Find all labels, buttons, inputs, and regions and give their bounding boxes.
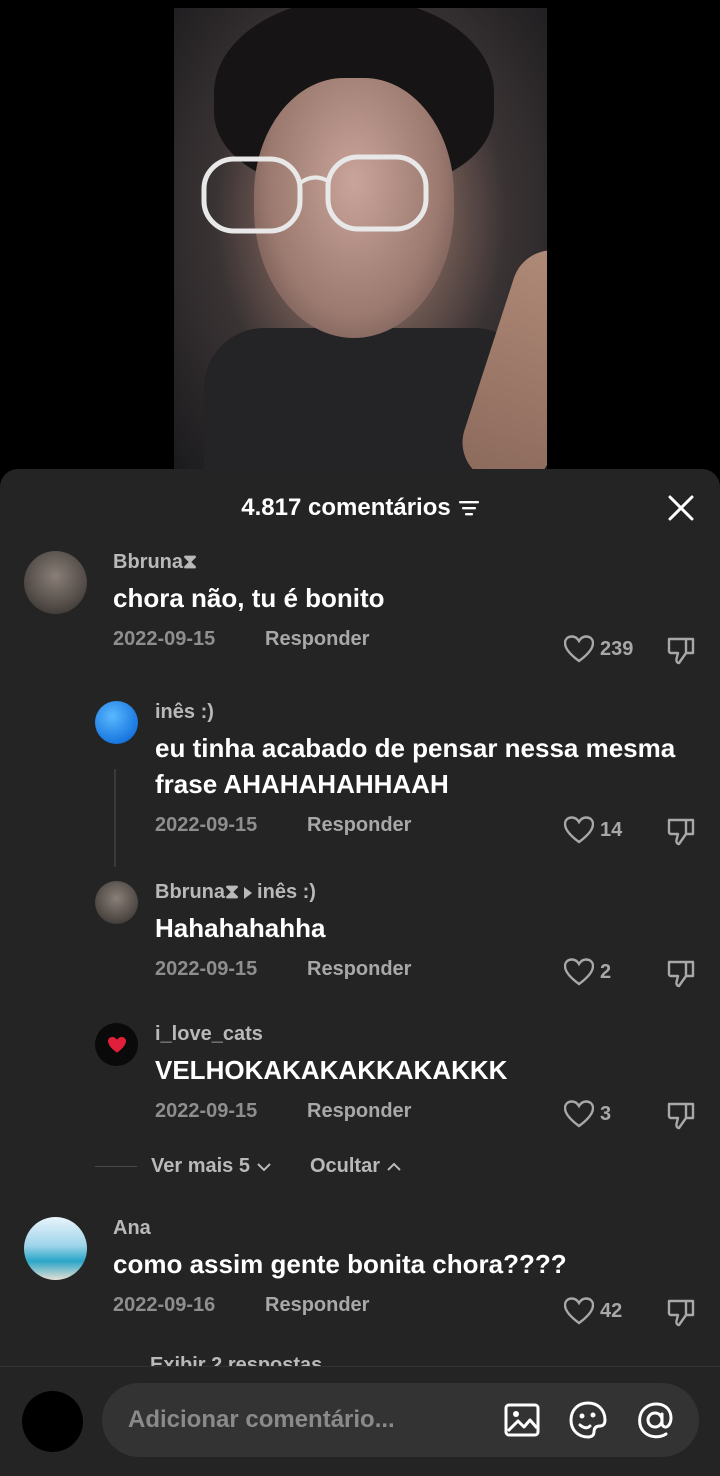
like-count: 2 (600, 960, 612, 983)
reply-button[interactable]: Responder (265, 628, 369, 651)
divider (95, 1166, 137, 1167)
see-more-replies-button[interactable]: Ver mais 5 (151, 1155, 272, 1178)
reply-button[interactable]: Responder (265, 1294, 369, 1317)
hide-label: Ocultar (309, 1155, 380, 1177)
view-replies-label: Exibir 2 respostas (150, 1354, 323, 1366)
reply-arrow-icon (244, 886, 253, 899)
comment-username[interactable]: i_love_cats (155, 1023, 695, 1046)
comment-date: 2022-09-15 (155, 958, 258, 980)
reply-button[interactable]: Responder (307, 814, 411, 837)
heart-icon (564, 1297, 594, 1325)
comment-username[interactable]: inês :) (155, 701, 695, 724)
comment-input-bar: Adicionar comentário... (0, 1366, 720, 1476)
view-replies-button[interactable]: Exibir 2 respostas (150, 1354, 322, 1366)
comment-date: 2022-09-16 (113, 1294, 216, 1316)
comments-title-text: 4.817 comentários (241, 494, 451, 521)
mention-icon[interactable] (635, 1400, 675, 1440)
dislike-icon[interactable] (666, 635, 696, 665)
reply-button[interactable]: Responder (307, 958, 411, 981)
emoji-sticker-icon[interactable] (568, 1400, 608, 1440)
comment-text: chora não, tu é bonito (113, 583, 385, 613)
glasses-graphic (201, 154, 429, 234)
like-count: 14 (600, 818, 623, 841)
reply-target[interactable]: inês :) (257, 881, 316, 904)
comment-input-placeholder: Adicionar comentário... (128, 1406, 395, 1433)
heart-icon (564, 958, 594, 986)
reply-author[interactable]: Bbruna⧗ (155, 881, 239, 904)
avatar[interactable] (95, 701, 138, 744)
heart-icon (564, 816, 594, 844)
dislike-icon[interactable] (666, 1297, 696, 1327)
dislike-icon[interactable] (666, 1100, 696, 1130)
video-player[interactable] (0, 0, 720, 470)
comment-text: como assim gente bonita chora???? (113, 1249, 567, 1279)
avatar[interactable] (24, 1217, 87, 1280)
like-count: 3 (600, 1102, 612, 1125)
chevron-up-icon (387, 1162, 401, 1171)
comments-count-title: 4.817 comentários (241, 494, 479, 522)
see-more-label: Ver mais 5 (151, 1155, 250, 1177)
comment-date: 2022-09-15 (113, 628, 216, 650)
comment-username[interactable]: Ana (113, 1217, 704, 1240)
comment-date: 2022-09-15 (155, 1100, 258, 1122)
comments-sheet: 4.817 comentários Bbruna⧗ chora não, tu … (0, 469, 720, 1476)
heart-icon (564, 635, 594, 663)
like-button[interactable]: 2 (564, 958, 611, 986)
comment-input[interactable]: Adicionar comentário... (102, 1383, 699, 1457)
comment-text: VELHOKAKAKAKKAKAKKK (155, 1055, 508, 1085)
heart-avatar-icon (107, 1036, 126, 1053)
like-button[interactable]: 42 (564, 1297, 622, 1325)
comments-header: 4.817 comentários (0, 469, 720, 547)
like-count: 42 (600, 1299, 623, 1322)
dislike-icon[interactable] (666, 816, 696, 846)
comment-username[interactable]: Bbruna⧗ (113, 551, 704, 574)
video-thumbnail (174, 8, 547, 470)
like-count: 239 (600, 637, 634, 660)
avatar[interactable] (95, 881, 138, 924)
heart-icon (564, 1100, 594, 1128)
like-button[interactable]: 14 (564, 816, 622, 844)
comment-text: eu tinha acabado de pensar nessa mesma f… (155, 733, 676, 799)
sort-filter-icon[interactable] (458, 500, 479, 516)
avatar[interactable] (95, 1023, 138, 1066)
like-button[interactable]: 3 (564, 1100, 611, 1128)
current-user-avatar[interactable] (22, 1391, 83, 1452)
comment-date: 2022-09-15 (155, 814, 258, 836)
reply-button[interactable]: Responder (307, 1100, 411, 1123)
thread-controls: Ver mais 5 Ocultar (95, 1155, 402, 1178)
hide-replies-button[interactable]: Ocultar (310, 1155, 402, 1178)
chevron-down-icon (257, 1162, 271, 1171)
close-icon[interactable] (668, 495, 694, 521)
comment-text: Hahahahahha (155, 913, 326, 943)
dislike-icon[interactable] (666, 958, 696, 988)
like-button[interactable]: 239 (564, 635, 633, 663)
comment-username[interactable]: Bbruna⧗ inês :) (155, 881, 695, 904)
avatar[interactable] (24, 551, 87, 614)
image-icon[interactable] (502, 1400, 542, 1440)
